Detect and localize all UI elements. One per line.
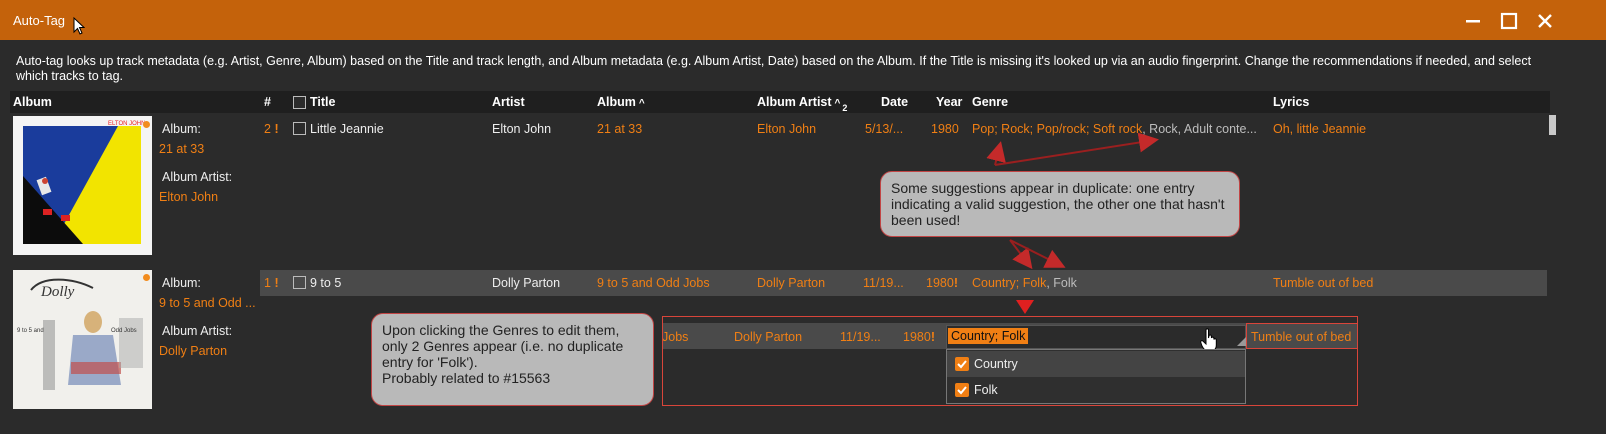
callout-text-line2: Probably related to #15563 xyxy=(382,370,551,386)
annotation-callout-duplicates: Some suggestions appear in duplicate: on… xyxy=(880,171,1240,237)
annotation-callout-editing: Upon clicking the Genres to edit them, o… xyxy=(371,313,654,406)
annotation-arrows xyxy=(986,132,1159,314)
callout-text-line1: Upon clicking the Genres to edit them, o… xyxy=(382,322,624,370)
